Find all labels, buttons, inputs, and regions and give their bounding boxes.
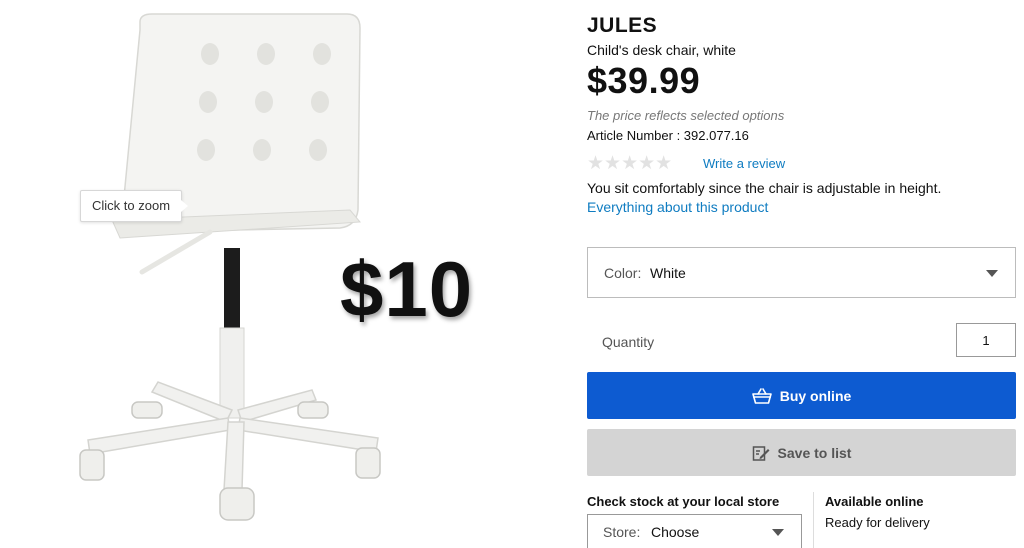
- ready-for-delivery-text: Ready for delivery: [825, 515, 930, 530]
- available-online-title: Available online: [825, 494, 924, 509]
- overlay-price-label: $10: [340, 245, 474, 333]
- article-number: Article Number : 392.077.16: [587, 128, 749, 143]
- edit-list-icon: [752, 444, 770, 462]
- product-description: Child's desk chair, white: [587, 42, 736, 58]
- chevron-down-icon: [772, 529, 784, 536]
- shopping-basket-icon: [751, 387, 772, 404]
- store-select[interactable]: Store: Choose: [587, 514, 802, 548]
- color-select-value: White: [650, 265, 686, 281]
- buy-online-label: Buy online: [779, 387, 852, 404]
- color-select-label: Color:: [604, 265, 642, 281]
- everything-about-product-link[interactable]: Everything about this product: [587, 199, 768, 215]
- product-price: $39.99: [587, 60, 701, 101]
- check-stock-title: Check stock at your local store: [587, 494, 780, 509]
- click-to-zoom-tooltip[interactable]: Click to zoom: [80, 190, 189, 222]
- color-select[interactable]: Color: White: [587, 247, 1016, 298]
- write-review-link[interactable]: Write a review: [703, 156, 785, 171]
- section-divider: [813, 492, 814, 548]
- save-to-list-button[interactable]: Save to list: [587, 429, 1016, 476]
- store-select-label: Store:: [603, 524, 641, 540]
- buy-online-button[interactable]: Buy online: [587, 372, 1016, 419]
- quantity-input[interactable]: [956, 323, 1016, 357]
- chevron-down-icon: [986, 270, 998, 277]
- star-rating[interactable]: ★★★★★: [587, 152, 672, 175]
- quantity-label: Quantity: [602, 334, 655, 350]
- product-blurb: You sit comfortably since the chair is a…: [587, 180, 942, 196]
- store-select-value: Choose: [651, 524, 700, 540]
- product-name: JULES: [587, 14, 658, 37]
- save-to-list-label: Save to list: [777, 444, 852, 461]
- price-note: The price reflects selected options: [587, 108, 785, 123]
- product-image-area[interactable]: Click to zoom $10: [0, 0, 570, 548]
